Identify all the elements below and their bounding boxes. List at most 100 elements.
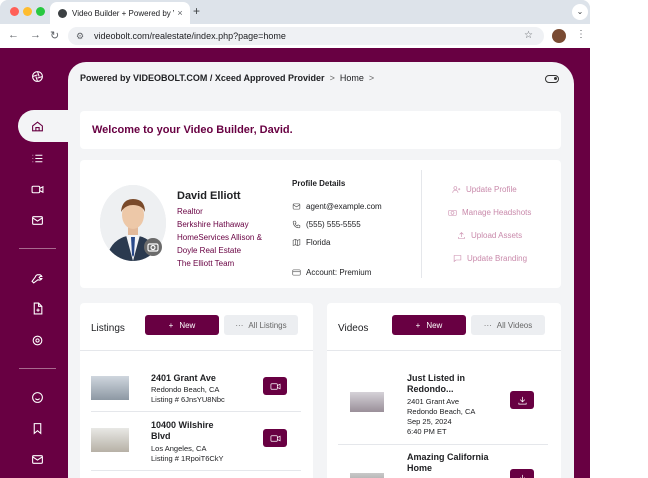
breadcrumb-separator: > bbox=[329, 73, 335, 83]
close-window-button[interactable] bbox=[10, 7, 19, 16]
sidebar-item-add-file[interactable] bbox=[23, 297, 51, 319]
videos-title: Videos bbox=[338, 323, 369, 334]
mail-icon bbox=[31, 215, 43, 225]
mail-icon bbox=[31, 454, 43, 464]
video-city: Redondo Beach, CA bbox=[407, 407, 476, 416]
new-video-button[interactable]: + New bbox=[392, 315, 466, 335]
new-tab-button[interactable]: + bbox=[193, 4, 200, 18]
listing-title[interactable]: 10400 Wilshire bbox=[151, 420, 213, 431]
profile-avatar[interactable] bbox=[552, 29, 566, 43]
manage-headshots-label: Manage Headshots bbox=[462, 208, 532, 217]
change-headshot-button[interactable] bbox=[144, 238, 162, 256]
url-text: videobolt.com/realestate/index.php?page=… bbox=[94, 31, 286, 41]
camera-icon bbox=[448, 209, 457, 216]
sidebar-item-contact[interactable] bbox=[23, 448, 51, 470]
gear-icon bbox=[32, 335, 42, 345]
mail-icon bbox=[292, 203, 301, 210]
row-divider bbox=[338, 444, 548, 445]
video-title[interactable]: Amazing California bbox=[407, 452, 489, 463]
map-icon bbox=[292, 239, 301, 246]
all-listings-button[interactable]: ··· All Listings bbox=[224, 315, 298, 335]
browser-menu-icon[interactable]: ⋮ bbox=[576, 29, 586, 40]
more-icon: ··· bbox=[483, 320, 492, 330]
video-title[interactable]: Redondo... bbox=[407, 384, 454, 395]
smiley-icon bbox=[31, 391, 43, 403]
more-icon: ··· bbox=[235, 320, 244, 330]
agent-name: David Elliott bbox=[177, 190, 241, 202]
browser-tab[interactable]: Video Builder + Powered by V × bbox=[50, 2, 190, 24]
forward-icon[interactable]: → bbox=[30, 29, 41, 41]
profile-phone: (555) 555-5555 bbox=[292, 220, 361, 229]
profile-details-title: Profile Details bbox=[292, 179, 346, 188]
wrench-icon bbox=[30, 273, 43, 284]
welcome-banner: Welcome to your Video Builder, David. bbox=[80, 111, 561, 149]
row-divider bbox=[91, 411, 301, 412]
create-video-button[interactable] bbox=[263, 377, 287, 395]
maximize-window-button[interactable] bbox=[36, 7, 45, 16]
breadcrumb: Powered by VIDEOBOLT.COM / Xceed Approve… bbox=[80, 73, 379, 83]
breadcrumb-home[interactable]: Home bbox=[340, 73, 364, 83]
update-profile-link[interactable]: Update Profile bbox=[452, 185, 517, 194]
update-branding-label: Update Branding bbox=[467, 254, 528, 263]
sidebar-item-videos[interactable] bbox=[23, 178, 51, 200]
panel-divider bbox=[327, 350, 561, 351]
download-video-button[interactable] bbox=[510, 391, 534, 409]
minimize-window-button[interactable] bbox=[23, 7, 32, 16]
create-video-button[interactable] bbox=[263, 429, 287, 447]
sidebar-item-messages[interactable] bbox=[23, 209, 51, 231]
sidebar-item-home[interactable] bbox=[18, 110, 74, 142]
video-time: 6:40 PM ET bbox=[407, 427, 447, 436]
listing-title[interactable]: 2401 Grant Ave bbox=[151, 373, 216, 384]
video-camera-icon bbox=[270, 382, 280, 390]
browser-window: Video Builder + Powered by V × + ⌄ ← → ↻… bbox=[0, 0, 590, 478]
listing-city: Los Angeles, CA bbox=[151, 444, 207, 453]
manage-headshots-link[interactable]: Manage Headshots bbox=[448, 208, 531, 217]
video-camera-icon bbox=[270, 434, 280, 442]
video-address: 2401 Grant Ave bbox=[407, 397, 459, 406]
update-branding-link[interactable]: Update Branding bbox=[453, 254, 527, 263]
address-bar[interactable]: ⚙ videobolt.com/realestate/index.php?pag… bbox=[68, 27, 544, 45]
tab-search-button[interactable]: ⌄ bbox=[572, 4, 588, 20]
site-settings-icon[interactable]: ⚙ bbox=[76, 31, 86, 42]
upload-assets-link[interactable]: Upload Assets bbox=[457, 231, 522, 240]
video-title[interactable]: Home bbox=[407, 463, 432, 474]
list-icon bbox=[32, 154, 42, 162]
tab-title: Video Builder + Powered by V bbox=[72, 8, 174, 18]
download-icon bbox=[519, 474, 525, 478]
sidebar-divider bbox=[19, 368, 56, 369]
agent-company-line: Doyle Real Estate bbox=[177, 246, 242, 255]
theme-toggle[interactable] bbox=[545, 75, 559, 83]
sidebar-item-list[interactable] bbox=[23, 147, 51, 169]
video-thumbnail[interactable] bbox=[350, 392, 384, 412]
listing-city: Redondo Beach, CA bbox=[151, 385, 220, 394]
listing-number: Listing # 6JnsYU8Nbc bbox=[151, 395, 225, 404]
all-videos-button[interactable]: ··· All Videos bbox=[471, 315, 545, 335]
bookmark-icon bbox=[33, 422, 41, 435]
back-icon[interactable]: ← bbox=[8, 29, 19, 41]
close-tab-icon[interactable]: × bbox=[174, 8, 186, 18]
profile-divider bbox=[421, 170, 422, 278]
listing-thumbnail[interactable] bbox=[91, 428, 129, 452]
listing-thumbnail[interactable] bbox=[91, 376, 129, 400]
video-title[interactable]: Just Listed in bbox=[407, 373, 465, 384]
phone-icon bbox=[292, 220, 301, 229]
shutter-logo-icon[interactable] bbox=[23, 65, 51, 87]
sidebar-item-tools[interactable] bbox=[23, 266, 51, 288]
profile-card: David Elliott Realtor Berkshire Hathaway… bbox=[80, 160, 561, 288]
video-thumbnail[interactable] bbox=[350, 473, 384, 478]
update-profile-label: Update Profile bbox=[466, 185, 517, 194]
sidebar-item-bookmarks[interactable] bbox=[23, 417, 51, 439]
agent-role: Realtor bbox=[177, 207, 203, 216]
reload-icon[interactable]: ↻ bbox=[50, 29, 59, 42]
email-text: agent@example.com bbox=[306, 202, 382, 211]
new-listing-button[interactable]: + New bbox=[145, 315, 219, 335]
sidebar-item-settings[interactable] bbox=[23, 329, 51, 351]
sidebar-item-support[interactable] bbox=[23, 386, 51, 408]
listings-title: Listings bbox=[91, 323, 125, 334]
browser-toolbar: ← → ↻ ⚙ videobolt.com/realestate/index.p… bbox=[0, 24, 590, 48]
listing-title[interactable]: Blvd bbox=[151, 431, 171, 442]
home-icon bbox=[31, 120, 43, 131]
tab-bar: Video Builder + Powered by V × + ⌄ bbox=[0, 0, 590, 24]
bookmark-star-icon[interactable]: ☆ bbox=[524, 30, 533, 41]
download-video-button[interactable] bbox=[510, 469, 534, 478]
